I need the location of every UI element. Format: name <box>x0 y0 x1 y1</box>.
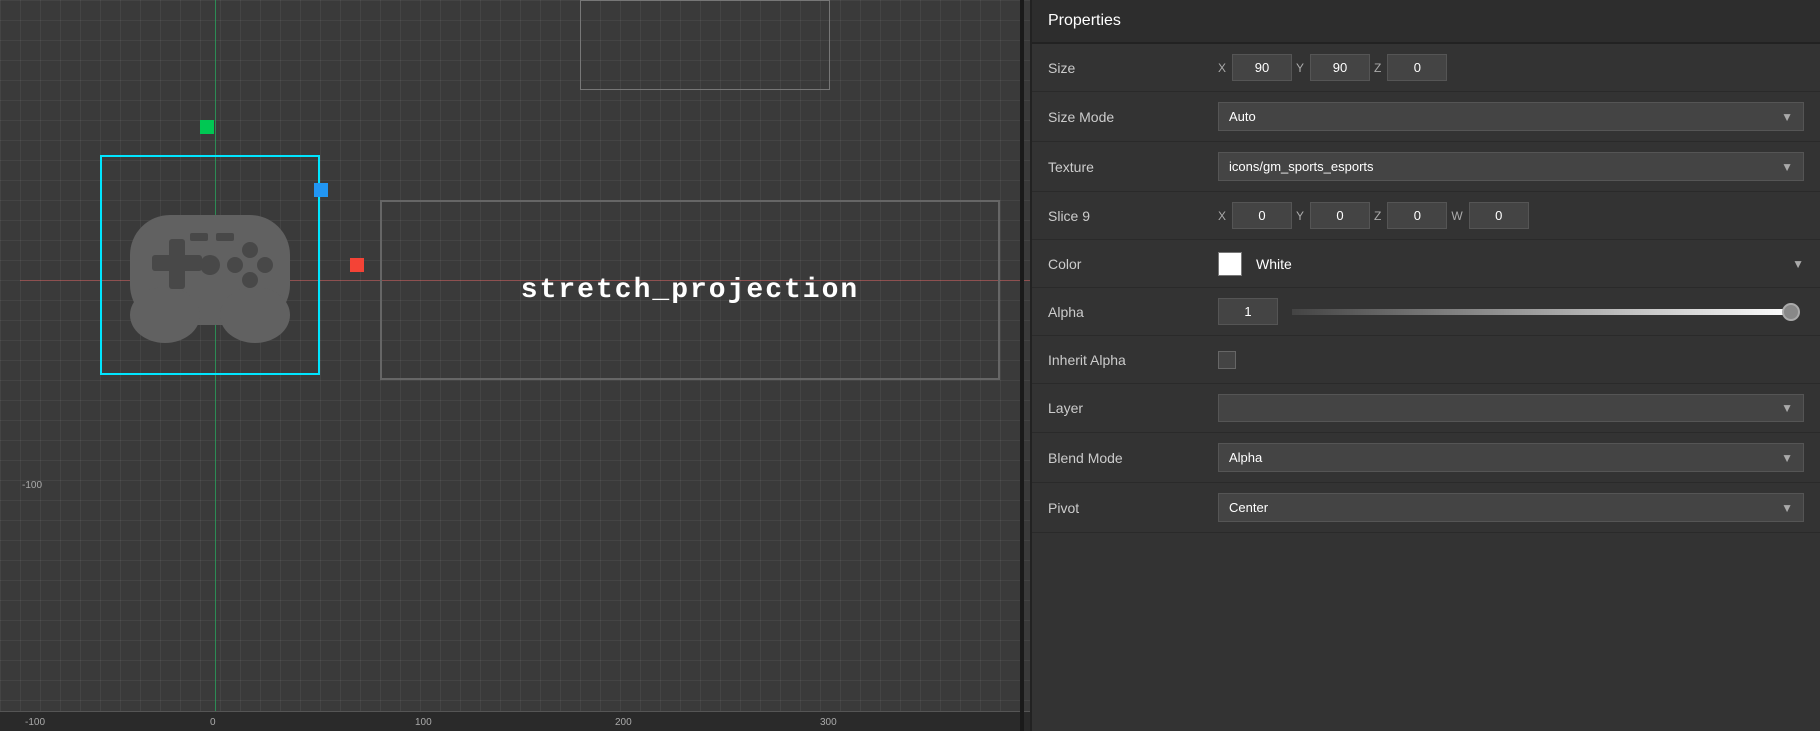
prop-row-blend-mode: Blend Mode Alpha ▼ <box>1032 433 1820 483</box>
texture-dropdown-arrow: ▼ <box>1781 160 1793 174</box>
ruler-tick-y1: -100 <box>22 480 42 491</box>
blend-mode-dropdown-text: Alpha <box>1229 450 1262 465</box>
slice9-y-label: Y <box>1296 209 1304 223</box>
slice9-x-label: X <box>1218 209 1226 223</box>
rotation-handle[interactable] <box>200 120 214 134</box>
color-name: White <box>1256 256 1292 272</box>
right-handle[interactable] <box>350 258 364 272</box>
pivot-label: Pivot <box>1048 500 1218 516</box>
prop-row-inherit-alpha: Inherit Alpha <box>1032 336 1820 384</box>
prop-row-layer: Layer ▼ <box>1032 384 1820 433</box>
controller-object[interactable] <box>100 155 320 375</box>
size-y-label: Y <box>1296 61 1304 75</box>
alpha-slider[interactable] <box>1292 309 1796 315</box>
prop-row-slice9: Slice 9 X Y Z W <box>1032 192 1820 240</box>
ruler-tick-x5: 300 <box>820 717 837 728</box>
slice9-x-input[interactable] <box>1232 202 1292 229</box>
size-x-input[interactable] <box>1232 54 1292 81</box>
alpha-value <box>1218 298 1804 325</box>
inherit-alpha-label: Inherit Alpha <box>1048 352 1218 368</box>
ruler-tick-x2: 0 <box>210 717 216 728</box>
prop-row-texture: Texture icons/gm_sports_esports ▼ <box>1032 142 1820 192</box>
top-rectangle <box>580 0 830 90</box>
canvas-area[interactable]: stretch_projection -100 0 100 200 300 -1… <box>0 0 1030 731</box>
texture-value: icons/gm_sports_esports ▼ <box>1218 152 1804 181</box>
slice9-label: Slice 9 <box>1048 208 1218 224</box>
size-mode-dropdown[interactable]: Auto ▼ <box>1218 102 1804 131</box>
blend-mode-dropdown-arrow: ▼ <box>1781 451 1793 465</box>
blend-mode-dropdown[interactable]: Alpha ▼ <box>1218 443 1804 472</box>
alpha-label: Alpha <box>1048 304 1218 320</box>
pivot-dropdown[interactable]: Center ▼ <box>1218 493 1804 522</box>
panel-title: Properties <box>1032 0 1820 43</box>
color-label: Color <box>1048 256 1218 272</box>
controller-icon <box>110 165 310 365</box>
color-swatch[interactable] <box>1218 252 1242 276</box>
slice9-w-input[interactable] <box>1469 202 1529 229</box>
inherit-alpha-value <box>1218 351 1804 369</box>
blend-mode-label: Blend Mode <box>1048 450 1218 466</box>
size-mode-dropdown-arrow: ▼ <box>1781 110 1793 124</box>
prop-row-size: Size X Y Z <box>1032 43 1820 92</box>
texture-label: Texture <box>1048 159 1218 175</box>
prop-row-size-mode: Size Mode Auto ▼ <box>1032 92 1820 142</box>
slice9-value: X Y Z W <box>1218 202 1804 229</box>
layer-label: Layer <box>1048 400 1218 416</box>
size-y-input[interactable] <box>1310 54 1370 81</box>
ruler-tick-x4: 200 <box>615 717 632 728</box>
stretch-projection-box: stretch_projection <box>380 200 1000 380</box>
layer-value: ▼ <box>1218 394 1804 422</box>
size-xyz-group: X Y Z <box>1218 54 1447 81</box>
blend-mode-value: Alpha ▼ <box>1218 443 1804 472</box>
panel-divider[interactable] <box>1020 0 1024 731</box>
texture-dropdown[interactable]: icons/gm_sports_esports ▼ <box>1218 152 1804 181</box>
slice9-xyzw-group: X Y Z W <box>1218 202 1529 229</box>
pivot-value: Center ▼ <box>1218 493 1804 522</box>
inherit-alpha-checkbox[interactable] <box>1218 351 1236 369</box>
prop-row-alpha: Alpha <box>1032 288 1820 336</box>
layer-dropdown[interactable]: ▼ <box>1218 394 1804 422</box>
scale-handle-tr[interactable] <box>314 183 328 197</box>
size-mode-label: Size Mode <box>1048 109 1218 125</box>
pivot-dropdown-arrow: ▼ <box>1781 501 1793 515</box>
slice9-y-input[interactable] <box>1310 202 1370 229</box>
ruler-x: -100 0 100 200 300 <box>0 711 1030 731</box>
size-mode-dropdown-text: Auto <box>1229 109 1256 124</box>
color-dropdown-arrow: ▼ <box>1792 257 1804 271</box>
size-mode-value: Auto ▼ <box>1218 102 1804 131</box>
slice9-z-label: Z <box>1374 209 1381 223</box>
prop-row-color: Color White ▼ <box>1032 240 1820 288</box>
layer-dropdown-arrow: ▼ <box>1781 401 1793 415</box>
slice9-z-input[interactable] <box>1387 202 1447 229</box>
stretch-projection-label: stretch_projection <box>521 275 859 306</box>
size-x-label: X <box>1218 61 1226 75</box>
size-z-label: Z <box>1374 61 1381 75</box>
prop-row-pivot: Pivot Center ▼ <box>1032 483 1820 533</box>
ruler-tick-x3: 100 <box>415 717 432 728</box>
ruler-tick-x1: -100 <box>25 717 45 728</box>
size-value: X Y Z <box>1218 54 1804 81</box>
slice9-w-label: W <box>1451 209 1462 223</box>
color-value: White ▼ <box>1218 252 1804 276</box>
pivot-dropdown-text: Center <box>1229 500 1268 515</box>
alpha-input[interactable] <box>1218 298 1278 325</box>
alpha-thumb[interactable] <box>1782 303 1800 321</box>
size-z-input[interactable] <box>1387 54 1447 81</box>
properties-panel: Properties Size X Y Z Size Mode Auto ▼ T… <box>1030 0 1820 731</box>
texture-dropdown-text: icons/gm_sports_esports <box>1229 159 1374 174</box>
size-label: Size <box>1048 60 1218 76</box>
